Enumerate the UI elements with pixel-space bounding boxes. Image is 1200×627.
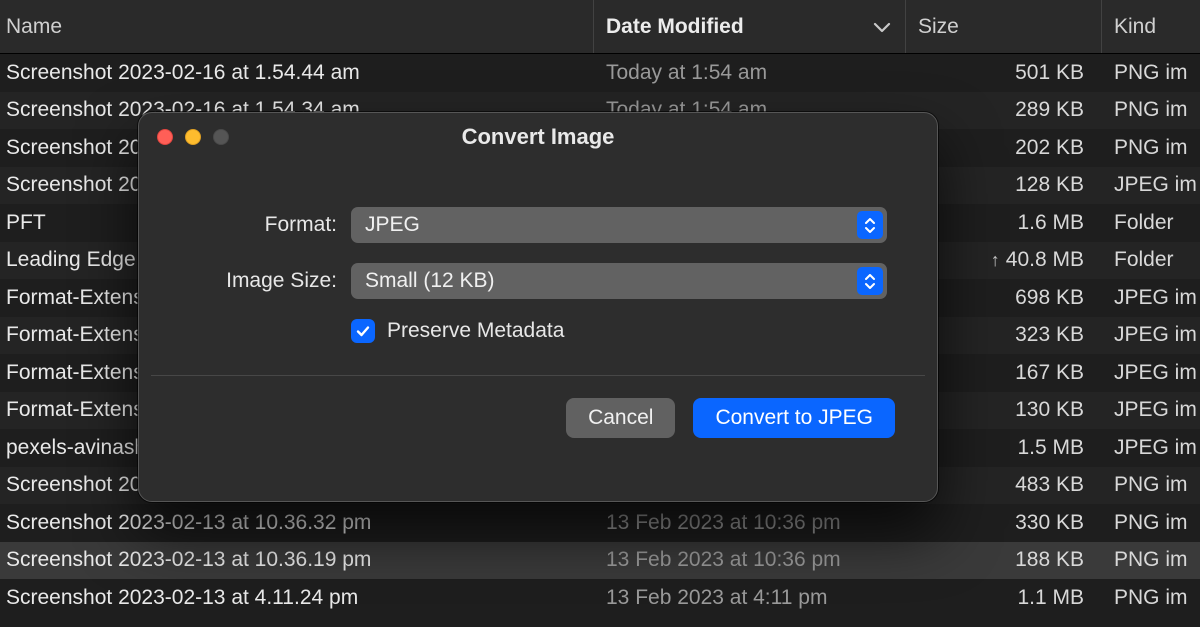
file-name: Screenshot 2023-02-16 at 1.54.44 am (0, 61, 594, 85)
file-kind: PNG im (1102, 511, 1200, 535)
file-name: Screenshot 2023-02-13 at 10.36.19 pm (0, 548, 594, 572)
file-date: 13 Feb 2023 at 10:36 pm (594, 548, 906, 572)
table-row[interactable]: Screenshot 2023-02-13 at 4.11.24 pm13 Fe… (0, 579, 1200, 617)
column-header-date-label: Date Modified (606, 15, 744, 39)
table-row[interactable]: Screenshot 2023-02-13 at 10.36.32 pm13 F… (0, 504, 1200, 542)
file-size-value: 202 KB (1015, 136, 1084, 160)
column-header-kind[interactable]: Kind (1102, 0, 1200, 53)
window-close-button[interactable] (157, 129, 173, 145)
window-minimize-button[interactable] (185, 129, 201, 145)
column-header-row: Name Date Modified Size Kind (0, 0, 1200, 54)
file-kind: PNG im (1102, 548, 1200, 572)
preserve-metadata-label: Preserve Metadata (387, 319, 564, 343)
dialog-titlebar[interactable]: Convert Image (139, 113, 937, 161)
convert-image-dialog: Convert Image Format: JPEG Image Size: S… (138, 112, 938, 502)
cancel-button[interactable]: Cancel (566, 398, 675, 438)
format-row: Format: JPEG (189, 207, 887, 243)
format-value: JPEG (365, 213, 420, 237)
file-kind: JPEG im (1102, 323, 1200, 347)
select-stepper-icon (857, 267, 883, 295)
table-row[interactable]: Screenshot 2023-02-16 at 1.54.44 amToday… (0, 54, 1200, 92)
format-select[interactable]: JPEG (351, 207, 887, 243)
window-zoom-button (213, 129, 229, 145)
file-kind: PNG im (1102, 61, 1200, 85)
file-size-value: 40.8 MB (1006, 248, 1084, 272)
sort-descending-icon (873, 21, 891, 33)
column-header-name[interactable]: Name (0, 0, 594, 53)
file-size-value: 167 KB (1015, 361, 1084, 385)
upload-arrow-icon: ↑ (991, 250, 1000, 271)
preserve-metadata-checkbox[interactable] (351, 319, 375, 343)
file-size-value: 128 KB (1015, 173, 1084, 197)
dialog-footer: Cancel Convert to JPEG (139, 376, 937, 438)
column-header-size[interactable]: Size (906, 0, 1102, 53)
file-size-value: 1.5 MB (1017, 436, 1084, 460)
file-size-value: 188 KB (1015, 548, 1084, 572)
select-stepper-icon (857, 211, 883, 239)
file-size: ↑1.1 MB (906, 586, 1102, 610)
format-label: Format: (189, 213, 337, 237)
image-size-value: Small (12 KB) (365, 269, 495, 293)
file-size-value: 1.6 MB (1017, 211, 1084, 235)
window-controls (157, 129, 229, 145)
file-size-value: 130 KB (1015, 398, 1084, 422)
file-kind: JPEG im (1102, 361, 1200, 385)
file-size-value: 289 KB (1015, 98, 1084, 122)
file-name: Screenshot 2023-02-13 at 10.36.32 pm (0, 511, 594, 535)
file-size-value: 483 KB (1015, 473, 1084, 497)
file-date: Today at 1:54 am (594, 61, 906, 85)
dialog-title: Convert Image (139, 124, 937, 150)
file-size: ↑330 KB (906, 511, 1102, 535)
table-row[interactable]: Screenshot 2023-02-13 at 10.36.19 pm13 F… (0, 542, 1200, 580)
file-size-value: 323 KB (1015, 323, 1084, 347)
file-kind: JPEG im (1102, 173, 1200, 197)
image-size-row: Image Size: Small (12 KB) (189, 263, 887, 299)
file-size-value: 501 KB (1015, 61, 1084, 85)
file-date: 13 Feb 2023 at 10:36 pm (594, 511, 906, 535)
file-kind: JPEG im (1102, 398, 1200, 422)
file-kind: JPEG im (1102, 286, 1200, 310)
file-kind: PNG im (1102, 98, 1200, 122)
file-size-value: 330 KB (1015, 511, 1084, 535)
file-kind: PNG im (1102, 473, 1200, 497)
file-kind: Folder (1102, 248, 1200, 272)
dialog-form: Format: JPEG Image Size: Small (12 KB) (139, 161, 937, 343)
file-size-value: 1.1 MB (1017, 586, 1084, 610)
file-size: ↑501 KB (906, 61, 1102, 85)
convert-button[interactable]: Convert to JPEG (693, 398, 895, 438)
file-kind: JPEG im (1102, 436, 1200, 460)
file-date: 13 Feb 2023 at 4:11 pm (594, 586, 906, 610)
column-header-date-modified[interactable]: Date Modified (594, 0, 906, 53)
preserve-metadata-row: Preserve Metadata (351, 319, 887, 343)
file-kind: Folder (1102, 211, 1200, 235)
image-size-label: Image Size: (189, 269, 337, 293)
file-kind: PNG im (1102, 136, 1200, 160)
image-size-select[interactable]: Small (12 KB) (351, 263, 887, 299)
file-kind: PNG im (1102, 586, 1200, 610)
file-size-value: 698 KB (1015, 286, 1084, 310)
file-name: Screenshot 2023-02-13 at 4.11.24 pm (0, 586, 594, 610)
file-size: ↑188 KB (906, 548, 1102, 572)
